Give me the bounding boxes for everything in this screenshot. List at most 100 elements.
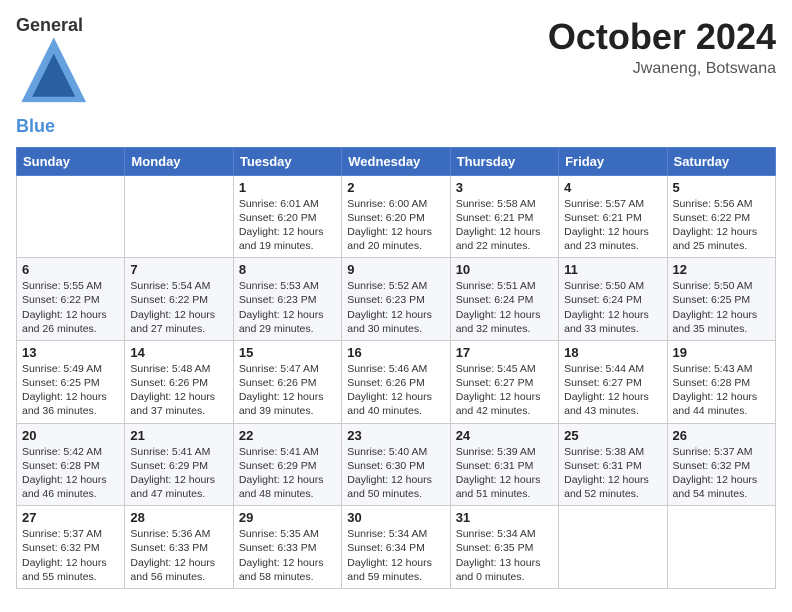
day-number: 5 bbox=[673, 180, 770, 195]
day-info: Sunrise: 5:50 AM Sunset: 6:24 PM Dayligh… bbox=[564, 279, 661, 336]
calendar-cell: 14 Sunrise: 5:48 AM Sunset: 6:26 PM Dayli… bbox=[125, 340, 233, 423]
title-area: October 2024 Jwaneng, Botswana bbox=[548, 16, 776, 78]
day-number: 26 bbox=[673, 428, 770, 443]
day-number: 25 bbox=[564, 428, 661, 443]
day-number: 13 bbox=[22, 345, 119, 360]
day-number: 20 bbox=[22, 428, 119, 443]
weekday-header-thursday: Thursday bbox=[450, 147, 558, 175]
weekday-header-wednesday: Wednesday bbox=[342, 147, 450, 175]
day-number: 28 bbox=[130, 510, 227, 525]
calendar-cell: 11 Sunrise: 5:50 AM Sunset: 6:24 PM Dayli… bbox=[559, 258, 667, 341]
calendar-cell: 23 Sunrise: 5:40 AM Sunset: 6:30 PM Dayli… bbox=[342, 423, 450, 506]
weekday-header-tuesday: Tuesday bbox=[233, 147, 341, 175]
calendar-cell: 17Sunrise: 5:45 AM Sunset: 6:27 PM Dayli… bbox=[450, 340, 558, 423]
day-info: Sunrise: 5:38 AM Sunset: 6:31 PM Dayligh… bbox=[564, 445, 661, 502]
day-number: 6 bbox=[22, 262, 119, 277]
calendar-cell: 9 Sunrise: 5:52 AM Sunset: 6:23 PM Daylig… bbox=[342, 258, 450, 341]
month-title: October 2024 bbox=[548, 16, 776, 58]
page-header: General Blue October 2024 Jwaneng, Botsw… bbox=[16, 16, 776, 137]
calendar-week-row: 13 Sunrise: 5:49 AM Sunset: 6:25 PM Dayli… bbox=[17, 340, 776, 423]
calendar-cell bbox=[125, 175, 233, 258]
day-number: 29 bbox=[239, 510, 336, 525]
weekday-header-saturday: Saturday bbox=[667, 147, 775, 175]
calendar-cell: 13 Sunrise: 5:49 AM Sunset: 6:25 PM Dayli… bbox=[17, 340, 125, 423]
calendar-week-row: 1 Sunrise: 6:01 AM Sunset: 6:20 PM Daylig… bbox=[17, 175, 776, 258]
day-number: 2 bbox=[347, 180, 444, 195]
day-info: Sunrise: 5:43 AM Sunset: 6:28 PM Dayligh… bbox=[673, 362, 770, 419]
day-number: 16 bbox=[347, 345, 444, 360]
day-info: Sunrise: 5:58 AM Sunset: 6:21 PM Dayligh… bbox=[456, 197, 553, 254]
weekday-header-monday: Monday bbox=[125, 147, 233, 175]
calendar-cell: 30Sunrise: 5:34 AM Sunset: 6:34 PM Dayli… bbox=[342, 506, 450, 589]
calendar-cell: 3 Sunrise: 5:58 AM Sunset: 6:21 PM Daylig… bbox=[450, 175, 558, 258]
day-info: Sunrise: 5:39 AM Sunset: 6:31 PM Dayligh… bbox=[456, 445, 553, 502]
day-number: 21 bbox=[130, 428, 227, 443]
day-info: Sunrise: 5:41 AM Sunset: 6:29 PM Dayligh… bbox=[239, 445, 336, 502]
calendar-cell: 8 Sunrise: 5:53 AM Sunset: 6:23 PM Daylig… bbox=[233, 258, 341, 341]
day-info: Sunrise: 5:37 AM Sunset: 6:32 PM Dayligh… bbox=[22, 527, 119, 584]
calendar-cell: 28Sunrise: 5:36 AM Sunset: 6:33 PM Dayli… bbox=[125, 506, 233, 589]
day-number: 8 bbox=[239, 262, 336, 277]
calendar-cell: 4 Sunrise: 5:57 AM Sunset: 6:21 PM Daylig… bbox=[559, 175, 667, 258]
day-info: Sunrise: 5:56 AM Sunset: 6:22 PM Dayligh… bbox=[673, 197, 770, 254]
day-number: 14 bbox=[130, 345, 227, 360]
day-info: Sunrise: 5:44 AM Sunset: 6:27 PM Dayligh… bbox=[564, 362, 661, 419]
day-number: 4 bbox=[564, 180, 661, 195]
calendar-cell: 25 Sunrise: 5:38 AM Sunset: 6:31 PM Dayli… bbox=[559, 423, 667, 506]
day-info: Sunrise: 6:01 AM Sunset: 6:20 PM Dayligh… bbox=[239, 197, 336, 254]
day-info: Sunrise: 5:40 AM Sunset: 6:30 PM Dayligh… bbox=[347, 445, 444, 502]
day-info: Sunrise: 5:42 AM Sunset: 6:28 PM Dayligh… bbox=[22, 445, 119, 502]
calendar-cell: 16Sunrise: 5:46 AM Sunset: 6:26 PM Dayli… bbox=[342, 340, 450, 423]
calendar-cell: 27 Sunrise: 5:37 AM Sunset: 6:32 PM Dayli… bbox=[17, 506, 125, 589]
day-number: 12 bbox=[673, 262, 770, 277]
day-info: Sunrise: 5:35 AM Sunset: 6:33 PM Dayligh… bbox=[239, 527, 336, 584]
day-info: Sunrise: 5:54 AM Sunset: 6:22 PM Dayligh… bbox=[130, 279, 227, 336]
day-number: 31 bbox=[456, 510, 553, 525]
calendar-cell: 18Sunrise: 5:44 AM Sunset: 6:27 PM Dayli… bbox=[559, 340, 667, 423]
logo: General Blue bbox=[16, 16, 92, 137]
weekday-header-friday: Friday bbox=[559, 147, 667, 175]
day-info: Sunrise: 5:34 AM Sunset: 6:34 PM Dayligh… bbox=[347, 527, 444, 584]
day-info: Sunrise: 5:41 AM Sunset: 6:29 PM Dayligh… bbox=[130, 445, 227, 502]
calendar-cell: 31 Sunrise: 5:34 AM Sunset: 6:35 PM Dayli… bbox=[450, 506, 558, 589]
calendar-cell: 19 Sunrise: 5:43 AM Sunset: 6:28 PM Dayli… bbox=[667, 340, 775, 423]
weekday-header-row: SundayMondayTuesdayWednesdayThursdayFrid… bbox=[17, 147, 776, 175]
day-info: Sunrise: 5:45 AM Sunset: 6:27 PM Dayligh… bbox=[456, 362, 553, 419]
location-subtitle: Jwaneng, Botswana bbox=[548, 60, 776, 78]
day-info: Sunrise: 5:50 AM Sunset: 6:25 PM Dayligh… bbox=[673, 279, 770, 336]
day-number: 23 bbox=[347, 428, 444, 443]
calendar-week-row: 27 Sunrise: 5:37 AM Sunset: 6:32 PM Dayli… bbox=[17, 506, 776, 589]
calendar-cell: 20 Sunrise: 5:42 AM Sunset: 6:28 PM Dayli… bbox=[17, 423, 125, 506]
calendar-cell: 15Sunrise: 5:47 AM Sunset: 6:26 PM Dayli… bbox=[233, 340, 341, 423]
calendar-cell bbox=[667, 506, 775, 589]
calendar-table: SundayMondayTuesdayWednesdayThursdayFrid… bbox=[16, 147, 776, 589]
calendar-cell: 1 Sunrise: 6:01 AM Sunset: 6:20 PM Daylig… bbox=[233, 175, 341, 258]
day-info: Sunrise: 5:52 AM Sunset: 6:23 PM Dayligh… bbox=[347, 279, 444, 336]
logo-blue: Blue bbox=[16, 116, 55, 136]
day-number: 11 bbox=[564, 262, 661, 277]
day-info: Sunrise: 5:57 AM Sunset: 6:21 PM Dayligh… bbox=[564, 197, 661, 254]
calendar-cell: 2Sunrise: 6:00 AM Sunset: 6:20 PM Daylig… bbox=[342, 175, 450, 258]
calendar-cell bbox=[17, 175, 125, 258]
day-number: 24 bbox=[456, 428, 553, 443]
calendar-cell: 26 Sunrise: 5:37 AM Sunset: 6:32 PM Dayli… bbox=[667, 423, 775, 506]
day-info: Sunrise: 5:34 AM Sunset: 6:35 PM Dayligh… bbox=[456, 527, 553, 584]
day-number: 19 bbox=[673, 345, 770, 360]
calendar-week-row: 20 Sunrise: 5:42 AM Sunset: 6:28 PM Dayli… bbox=[17, 423, 776, 506]
day-info: Sunrise: 5:37 AM Sunset: 6:32 PM Dayligh… bbox=[673, 445, 770, 502]
calendar-cell bbox=[559, 506, 667, 589]
day-number: 3 bbox=[456, 180, 553, 195]
calendar-cell: 21 Sunrise: 5:41 AM Sunset: 6:29 PM Dayli… bbox=[125, 423, 233, 506]
day-info: Sunrise: 5:48 AM Sunset: 6:26 PM Dayligh… bbox=[130, 362, 227, 419]
calendar-week-row: 6Sunrise: 5:55 AM Sunset: 6:22 PM Daylig… bbox=[17, 258, 776, 341]
day-info: Sunrise: 5:49 AM Sunset: 6:25 PM Dayligh… bbox=[22, 362, 119, 419]
day-number: 9 bbox=[347, 262, 444, 277]
calendar-cell: 10Sunrise: 5:51 AM Sunset: 6:24 PM Dayli… bbox=[450, 258, 558, 341]
day-info: Sunrise: 5:53 AM Sunset: 6:23 PM Dayligh… bbox=[239, 279, 336, 336]
day-number: 10 bbox=[456, 262, 553, 277]
weekday-header-sunday: Sunday bbox=[17, 147, 125, 175]
day-number: 7 bbox=[130, 262, 227, 277]
logo-icon bbox=[16, 95, 92, 112]
day-number: 27 bbox=[22, 510, 119, 525]
day-number: 1 bbox=[239, 180, 336, 195]
